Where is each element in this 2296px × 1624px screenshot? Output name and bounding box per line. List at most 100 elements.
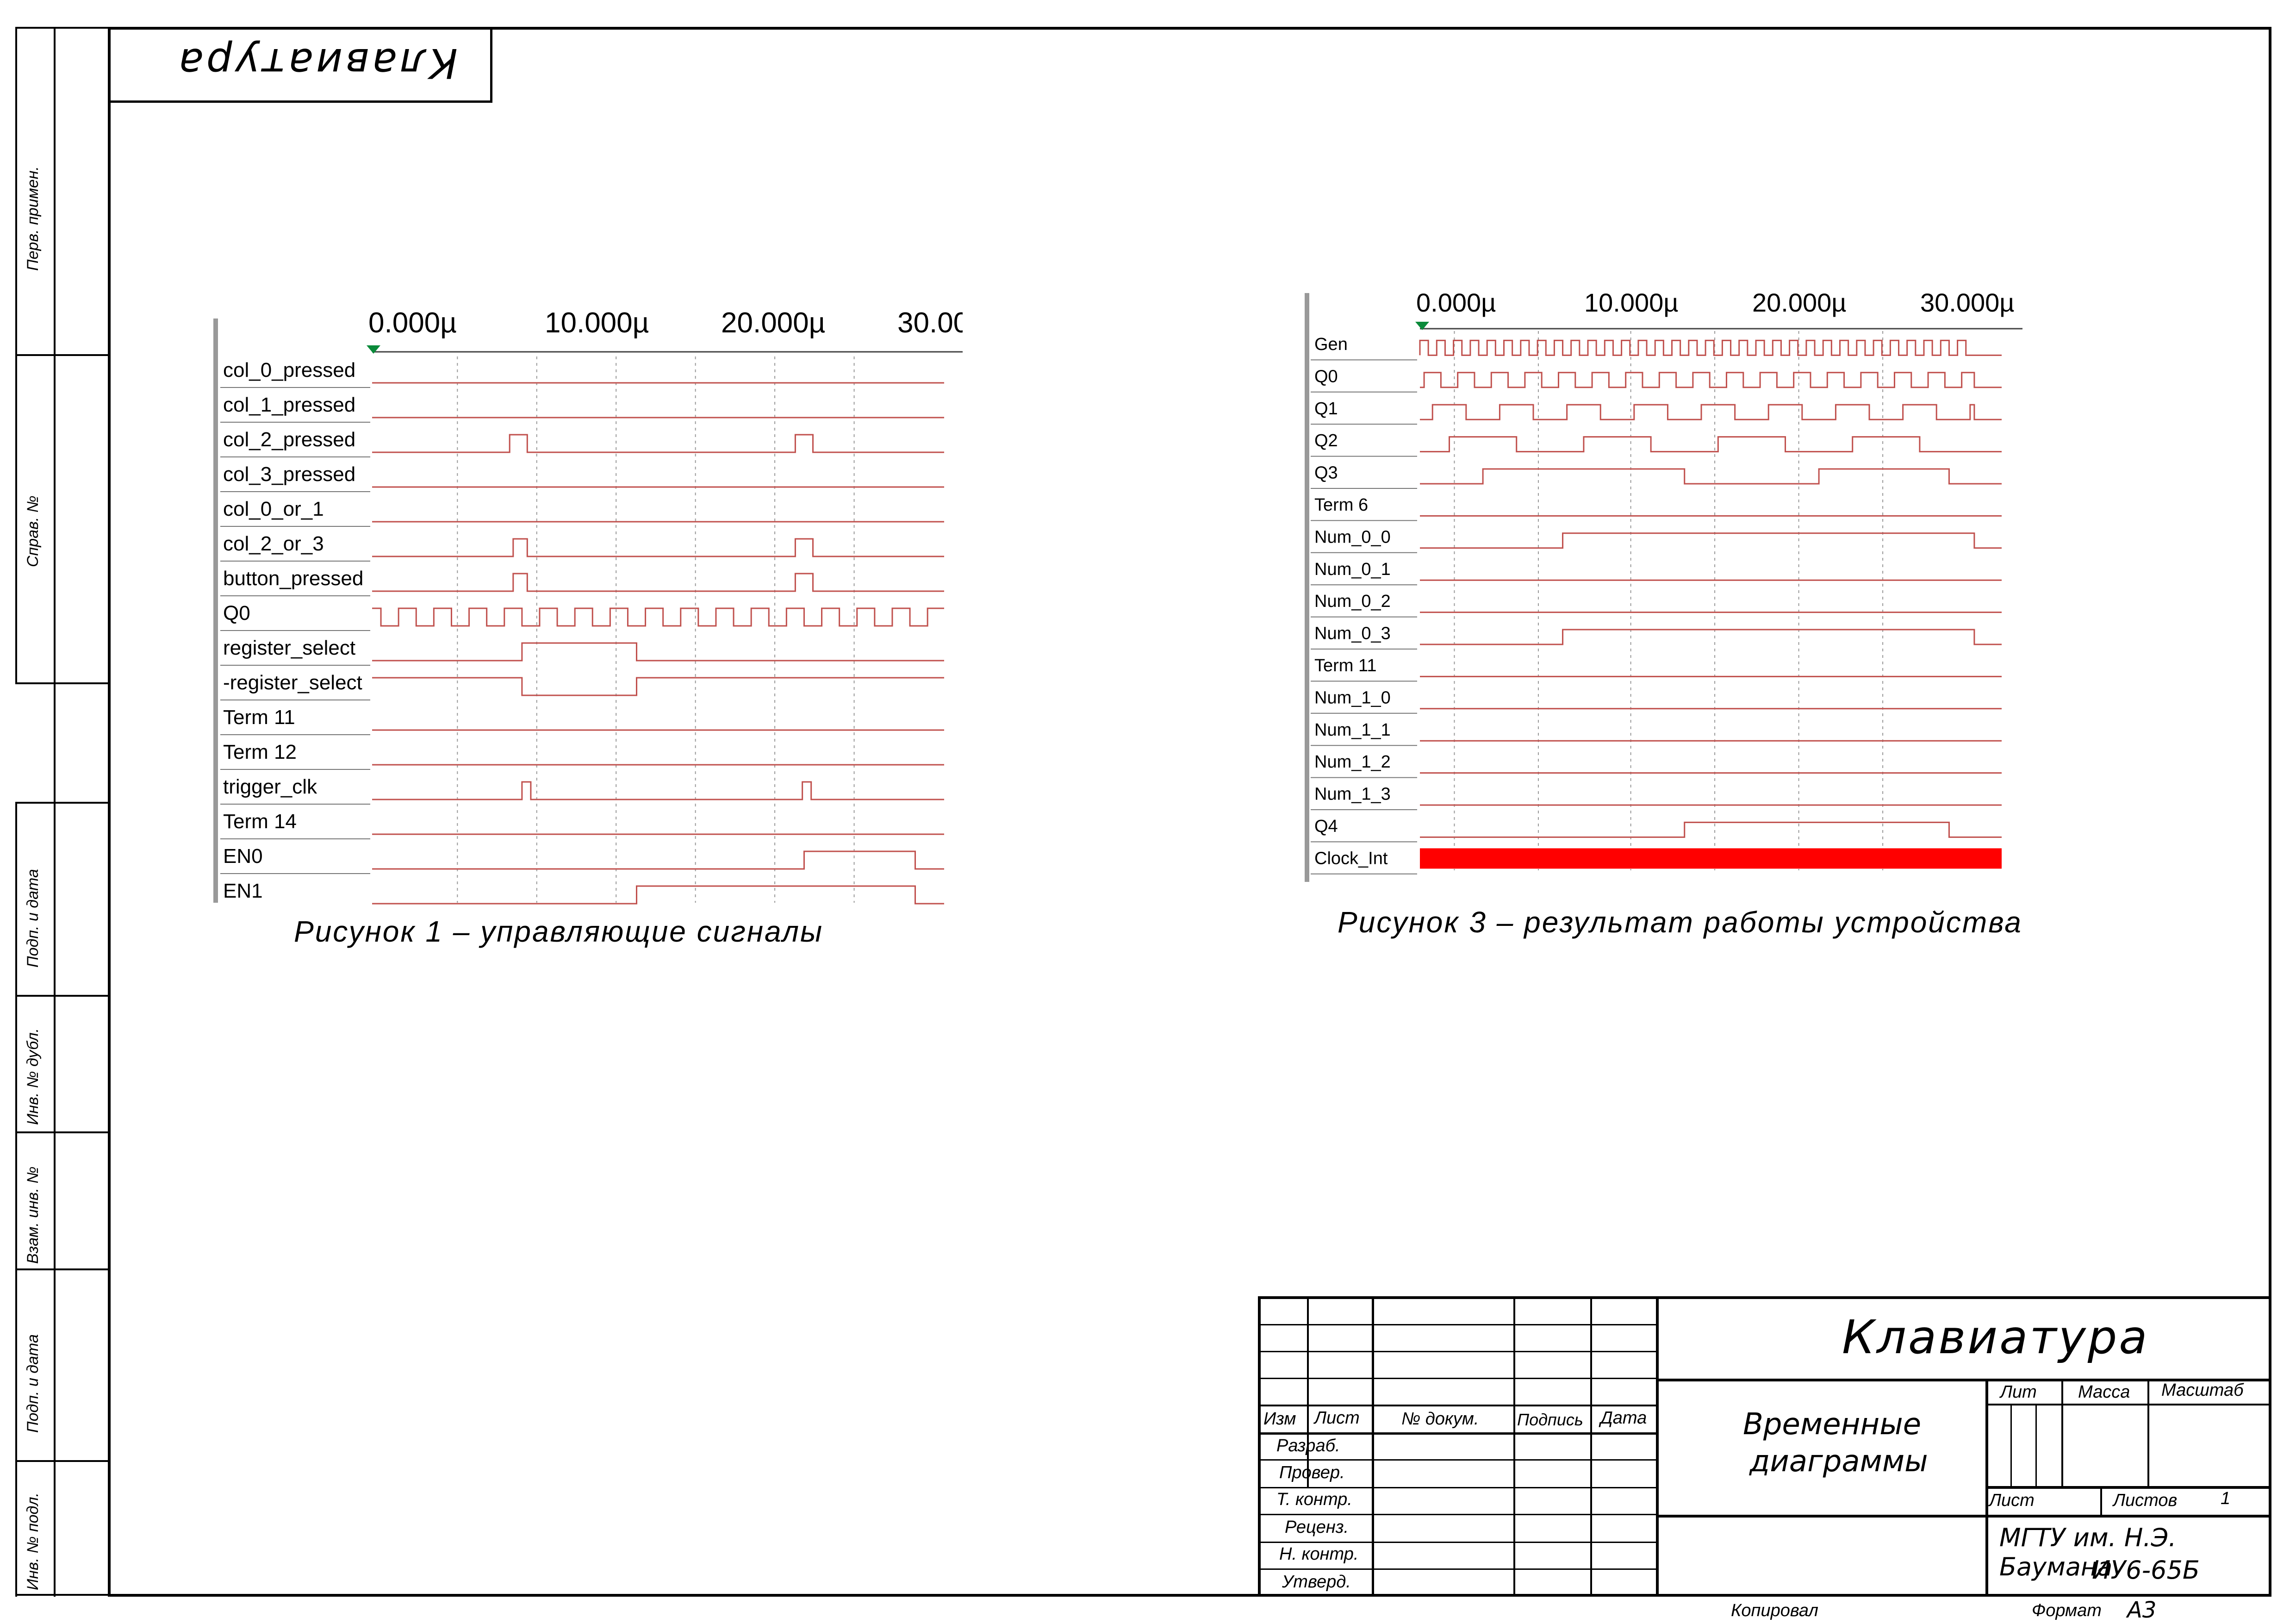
list-label: Лист	[1989, 1491, 2035, 1510]
fig3-signal-label: Num_1_2	[1314, 752, 1391, 772]
fig3-time-label: 30.000µ	[1920, 288, 2015, 317]
fig1-signal-label: -register_select	[223, 671, 362, 694]
fig3-signal-label: Term 11	[1314, 656, 1376, 675]
figure3-timing-diagram: 0.000µ 10.000µ 20.000µ 30.000µ Gen Q0 Q1 Q2 Q3 Te…	[1305, 288, 2022, 882]
mirror-stamp-text: Клавиатура	[176, 39, 458, 87]
fig1-time-label: 0.000µ	[368, 307, 457, 339]
margin-top-h	[15, 27, 110, 29]
fig3-waveform	[1420, 372, 2002, 388]
fig1-signal-label: col_1_pressed	[223, 394, 355, 416]
fig1-signal-label: col_0_pressed	[223, 359, 355, 381]
col-podpis: Подпись	[1517, 1410, 1583, 1429]
margin-sep6	[15, 1268, 110, 1270]
fig3-signal-label: Q4	[1314, 817, 1338, 836]
row-recenz: Реценз.	[1285, 1518, 1349, 1537]
title-block-docname-1: Временные	[1743, 1407, 1922, 1442]
figure1-timing-diagram: 0.000µ 10.000µ 20.000µ 30.000µ col_0_pressed…	[213, 307, 963, 905]
fig3-waveform	[1420, 436, 2002, 453]
margin-mid	[54, 27, 56, 1597]
fig3-clock-int-bar	[1420, 848, 2002, 869]
fig1-signal-label: col_3_pressed	[223, 463, 355, 486]
format-value: А3	[2127, 1597, 2157, 1623]
fig3-time-label: 20.000µ	[1752, 288, 1847, 317]
fig1-waveform	[372, 538, 944, 557]
fig3-signal-label: Num_0_0	[1314, 527, 1391, 547]
margin-outer-bottom	[15, 802, 17, 1597]
fig3-signal-label: Num_0_3	[1314, 624, 1391, 643]
fig3-signal-label: Num_1_1	[1314, 720, 1391, 740]
fig1-waveform	[372, 781, 944, 800]
row-prover: Провер.	[1279, 1463, 1345, 1482]
margin-label-sprav: Справ. №	[24, 495, 42, 567]
fig3-signal-label: Q1	[1314, 399, 1338, 418]
listov-label: Листов	[2113, 1491, 2178, 1510]
figure3-caption: Рисунок 3 – результат работы устройства	[1338, 906, 2022, 939]
fig1-waveform	[372, 607, 944, 627]
col-list: Лист	[1314, 1408, 1360, 1428]
fig1-signal-label: EN0	[223, 845, 263, 868]
fig1-signal-label: button_pressed	[223, 567, 363, 590]
title-block-docname-2: диаграммы	[1749, 1444, 1928, 1479]
fig3-waveform	[1420, 468, 2002, 485]
fig1-signal-label: col_2_pressed	[223, 428, 355, 451]
col-dokum: № докум.	[1401, 1409, 1479, 1429]
row-t-kontr: Т. контр.	[1276, 1490, 1352, 1509]
margin-sep1	[15, 354, 110, 356]
margin-sep5	[15, 1131, 110, 1133]
massa-label: Масса	[2078, 1382, 2130, 1402]
col-izm: Изм	[1263, 1409, 1296, 1429]
fig3-signal-label: Num_1_0	[1314, 688, 1391, 707]
margin-label-perv: Перв. примен.	[24, 166, 42, 271]
fig3-signal-label: Gen	[1314, 335, 1348, 354]
fig1-time-label: 20.000µ	[721, 307, 825, 339]
fig3-signal-label: Num_0_1	[1314, 560, 1391, 579]
fig1-signal-label: trigger_clk	[223, 775, 317, 798]
col-data: Дата	[1600, 1408, 1647, 1428]
org-line2: ИУ6-65Б	[2092, 1555, 2200, 1585]
row-razrab: Разраб.	[1276, 1436, 1340, 1455]
frame-left	[108, 27, 111, 1597]
listov-value: 1	[2221, 1489, 2231, 1508]
fig3-waveform	[1419, 339, 2002, 356]
fig3-signal-label: Q0	[1314, 367, 1338, 386]
fig1-waveform	[372, 573, 944, 592]
masshtab-label: Масштаб	[2161, 1380, 2244, 1400]
figure1-caption: Рисунок 1 – управляющие сигналы	[294, 915, 824, 948]
fig1-time-label: 30.000µ	[897, 307, 963, 339]
fig1-signal-label: EN1	[223, 880, 263, 902]
fig3-waveform	[1420, 532, 2002, 549]
margin-sep3	[15, 802, 110, 804]
fig3-waveform	[1420, 821, 2002, 838]
fig3-waveform	[1420, 404, 2002, 420]
fig1-waveform	[372, 885, 944, 905]
title-block-title: Клавиатура	[1842, 1310, 2149, 1364]
fig1-waveform	[372, 434, 944, 453]
fig1-signal-label: col_2_or_3	[223, 532, 324, 555]
fig1-signal-label: Term 12	[223, 741, 297, 763]
fig3-time-label: 0.000µ	[1416, 288, 1496, 317]
fig3-signal-label: Num_0_2	[1314, 592, 1391, 611]
margin-sep7	[15, 1460, 110, 1462]
margin-label-podp1: Подп. и дата	[24, 869, 42, 968]
fig3-signal-label: Clock_Int	[1314, 849, 1388, 868]
margin-label-vzam: Взам. инв. №	[24, 1166, 42, 1264]
margin-sep2	[15, 682, 110, 684]
row-n-kontr: Н. контр.	[1279, 1544, 1359, 1564]
margin-label-inv-dubl: Инв. № дубл.	[24, 1028, 42, 1125]
fig1-waveform	[372, 677, 944, 696]
margin-label-inv-podl: Инв. № подл.	[24, 1493, 42, 1590]
fig3-waveform	[1420, 629, 2002, 645]
fig1-signal-label: Q0	[223, 602, 250, 625]
fig1-waveform	[372, 642, 944, 662]
margin-sep8	[15, 1594, 110, 1596]
kopiroval-label: Копировал	[1731, 1601, 1818, 1620]
format-label: Формат	[2032, 1601, 2102, 1620]
row-utverd: Утверд.	[1282, 1572, 1351, 1592]
fig3-signal-label: Term 6	[1314, 495, 1368, 515]
fig1-time-label: 10.000µ	[545, 307, 649, 339]
fig1-signal-label: Term 11	[223, 706, 295, 729]
fig3-signal-label: Num_1_3	[1314, 785, 1391, 804]
margin-sep4	[15, 995, 110, 997]
lit-label: Лит	[2000, 1382, 2037, 1402]
fig3-time-label: 10.000µ	[1584, 288, 1679, 317]
